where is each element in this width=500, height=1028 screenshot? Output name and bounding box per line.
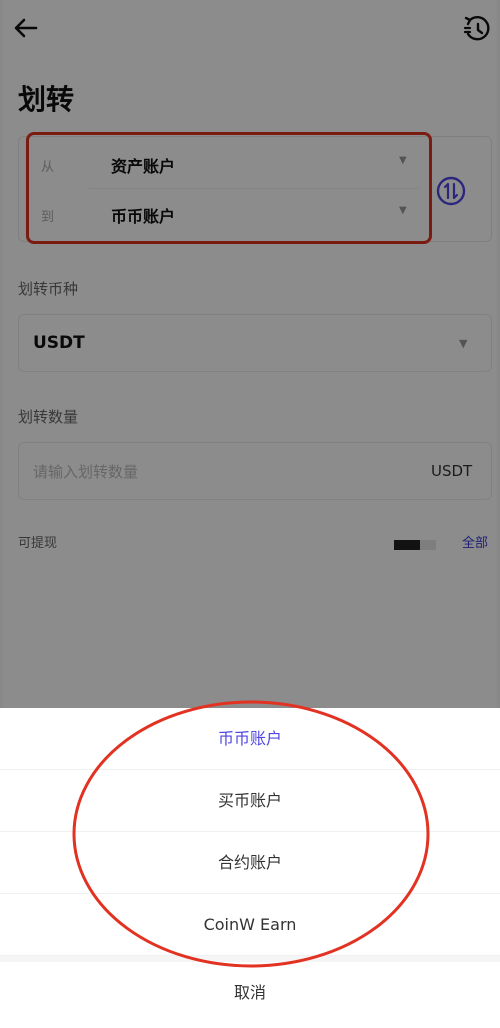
screen-edge [0, 0, 3, 708]
annotation-highlight-ellipse [72, 700, 430, 968]
cancel-button[interactable]: 取消 [0, 962, 500, 1024]
modal-overlay[interactable] [0, 0, 500, 708]
